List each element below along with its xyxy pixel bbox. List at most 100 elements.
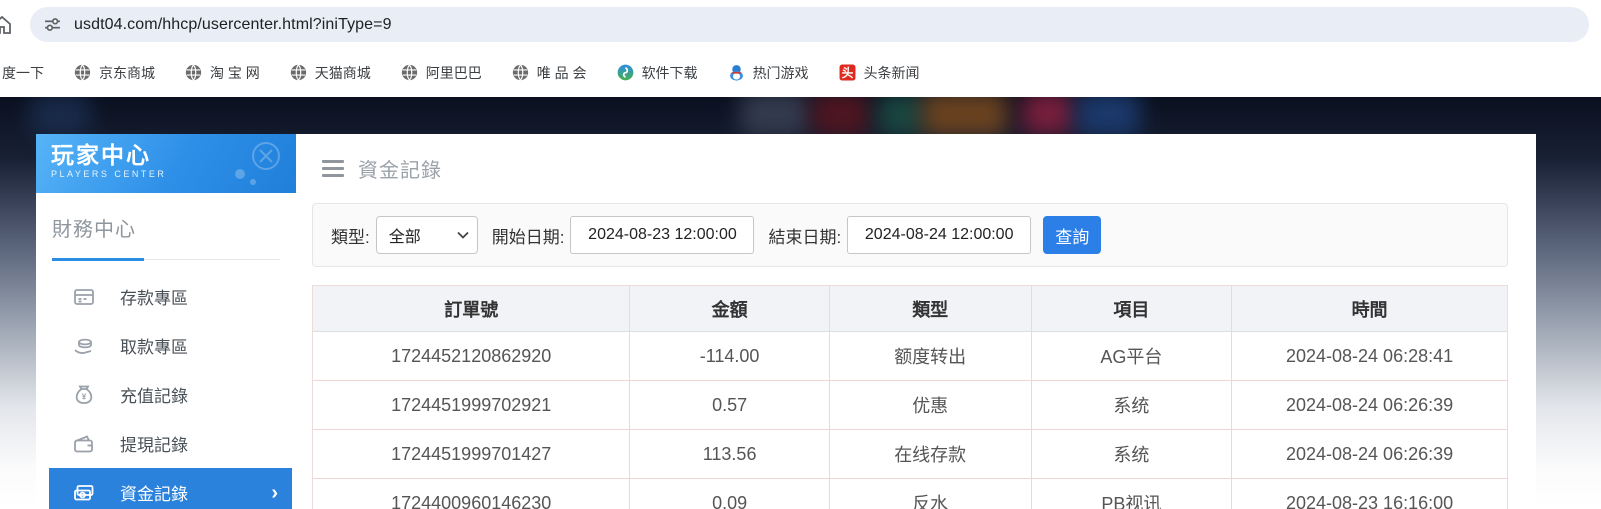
bookmark-item[interactable]: 热门游戏 <box>728 63 809 83</box>
table-cell: 系统 <box>1030 430 1232 478</box>
bookmark-label: 软件下载 <box>641 64 698 81</box>
table-row: 1724452120862920 -114.00 额度转出 AG平台 2024-08-2… <box>313 332 1507 381</box>
bookmark-label: 唯 品 会 <box>536 64 587 81</box>
table-row: 1724400960146230 0.09 反水 PB视讯 2024-08-23 16:… <box>313 479 1507 509</box>
cashout-wallet-icon <box>72 432 96 456</box>
sidebar-item-label: 提現記錄 <box>120 436 188 455</box>
end-date-input[interactable] <box>847 216 1032 254</box>
gamepad-icon <box>210 136 290 193</box>
table-header-cell: 訂單號 <box>444 299 499 320</box>
bookmark-item[interactable]: 天猫商城 <box>290 63 371 83</box>
bookmarks-bar: 度一下 京东商城 淘 宝 网 天猫商城 阿里巴巴 唯 品 会 软件下载 热门游戏 头头条新闻 <box>0 48 1601 97</box>
bookmark-label: 淘 宝 网 <box>210 64 260 81</box>
sidebar-section: 財務中心 <box>36 193 296 261</box>
start-date-label: 開始日期: <box>491 227 565 247</box>
end-date-label: 結束日期: <box>768 227 842 247</box>
table-cell: 1724451999702921 <box>391 394 552 415</box>
table-cell: 反水 <box>828 479 1031 509</box>
globe-icon <box>185 64 202 81</box>
globe-icon <box>290 64 307 81</box>
table-cell: AG平台 <box>1030 332 1232 380</box>
deposit-card-icon <box>72 285 96 309</box>
globe-icon <box>512 64 529 81</box>
bookmark-label: 度一下 <box>2 64 44 81</box>
svg-text:头: 头 <box>841 66 853 80</box>
search-button[interactable]: 查詢 <box>1043 216 1102 254</box>
bookmark-label: 阿里巴巴 <box>425 64 482 81</box>
bookmark-label: 热门游戏 <box>752 64 809 81</box>
table-cell: 0.57 <box>629 381 828 429</box>
svg-text:¥: ¥ <box>82 392 87 401</box>
table-header-row: 訂單號 金額 類型 項目 時間 <box>313 286 1507 332</box>
address-bar[interactable]: usdt04.com/hhcp/usercenter.html?iniType=… <box>30 7 1589 42</box>
chevron-right-icon: › <box>271 481 278 504</box>
page-title: 資金記錄 <box>358 160 442 182</box>
table-cell: 2024-08-23 16:16:00 <box>1231 479 1507 509</box>
bookmark-item[interactable]: 阿里巴巴 <box>401 63 482 83</box>
type-label: 類型: <box>331 227 370 247</box>
bookmark-item[interactable]: 软件下载 <box>617 63 698 83</box>
bookmark-item[interactable]: 度一下 <box>2 63 44 83</box>
table-cell: 2024-08-24 06:28:41 <box>1231 332 1507 380</box>
table-cell: 113.56 <box>629 430 828 478</box>
table-cell: 1724451999701427 <box>391 443 552 464</box>
chevron-down-icon <box>457 231 469 239</box>
table-header-cell: 金額 <box>629 286 828 331</box>
sidebar-item-label: 存款專區 <box>120 289 188 308</box>
type-select[interactable]: 全部 <box>375 216 478 254</box>
table-cell: 2024-08-24 06:26:39 <box>1231 430 1507 478</box>
table-cell: 在线存款 <box>828 430 1031 478</box>
bookmark-label: 京东商城 <box>99 64 155 81</box>
start-date-input[interactable] <box>570 216 755 254</box>
url-text[interactable]: usdt04.com/hhcp/usercenter.html?iniType=… <box>74 16 392 34</box>
globe-icon <box>401 64 418 81</box>
withdraw-hand-icon <box>72 334 96 358</box>
table-header-cell: 時間 <box>1231 286 1507 331</box>
sidebar-item[interactable]: 提現記錄 <box>36 419 296 468</box>
sidebar-item-label: 資金記錄 <box>120 485 188 504</box>
bookmark-item[interactable]: 淘 宝 网 <box>185 63 260 83</box>
sidebar-item[interactable]: 資金記錄 › <box>49 468 292 509</box>
main-header: 資金記錄 <box>312 134 1508 203</box>
sidebar-item-label: 充值記錄 <box>120 387 188 406</box>
sidebar-item-label: 取款專區 <box>120 338 188 357</box>
table-cell: 2024-08-24 06:26:39 <box>1231 381 1507 429</box>
table-row: 1724451999702921 0.57 优惠 系统 2024-08-24 06:26… <box>313 381 1507 430</box>
sidebar-item[interactable]: 存款專區 <box>36 272 296 321</box>
table-cell: -114.00 <box>629 332 828 380</box>
bookmark-item[interactable]: 唯 品 会 <box>512 63 587 83</box>
download-icon <box>617 64 634 81</box>
sidebar-item[interactable]: ¥ 充值記錄 <box>36 370 296 419</box>
tune-icon[interactable] <box>44 16 61 33</box>
globe-icon <box>74 64 91 81</box>
hamburger-icon[interactable] <box>322 160 344 177</box>
table-cell: 1724452120862920 <box>391 345 552 366</box>
game-icon <box>728 64 745 81</box>
section-underline <box>52 257 280 261</box>
table-header-cell: 項目 <box>1030 286 1232 331</box>
sidebar-header: 玩家中心 PLAYERS CENTER <box>36 134 296 193</box>
table-cell: 1724400960146230 <box>391 492 552 509</box>
table-cell: 系统 <box>1030 381 1232 429</box>
table-cell: PB视讯 <box>1030 479 1232 509</box>
home-icon[interactable] <box>0 13 15 42</box>
toutiao-icon: 头 <box>839 64 856 81</box>
sidebar-item[interactable]: 取款專區 <box>36 321 296 370</box>
table-cell: 优惠 <box>828 381 1031 429</box>
sidebar-section-title: 財務中心 <box>52 219 136 241</box>
bookmark-label: 天猫商城 <box>314 64 371 81</box>
table-cell: 额度转出 <box>828 332 1031 380</box>
table-header-cell: 類型 <box>828 286 1031 331</box>
browser-top-bar: usdt04.com/hhcp/usercenter.html?iniType=… <box>0 0 1601 48</box>
main-area: 資金記錄 類型: 全部 開始日期: 結束日期: 查詢 訂單號 金額類型項目時間 1… <box>296 134 1536 509</box>
sidebar-menu: 存款專區取款專區 ¥ 充值記錄提現記錄資金記錄 › <box>36 272 296 509</box>
bookmark-label: 头条新闻 <box>863 64 920 81</box>
bookmark-item[interactable]: 头头条新闻 <box>839 63 920 83</box>
bookmark-item[interactable]: 京东商城 <box>74 63 155 83</box>
filter-bar: 類型: 全部 開始日期: 結束日期: 查詢 <box>312 203 1508 267</box>
table-row: 1724451999701427 113.56 在线存款 系统 2024-08-24 0… <box>313 430 1507 479</box>
recharge-moneybag-icon: ¥ <box>72 383 96 407</box>
records-table: 訂單號 金額 類型 項目 時間 1724452120862920 -114.00 额度转出 A… <box>312 285 1508 509</box>
sidebar: 玩家中心 PLAYERS CENTER 財務中心 存款專區取款專區 ¥ 充值記錄提現… <box>36 134 296 509</box>
funds-banknote-icon <box>72 481 96 505</box>
